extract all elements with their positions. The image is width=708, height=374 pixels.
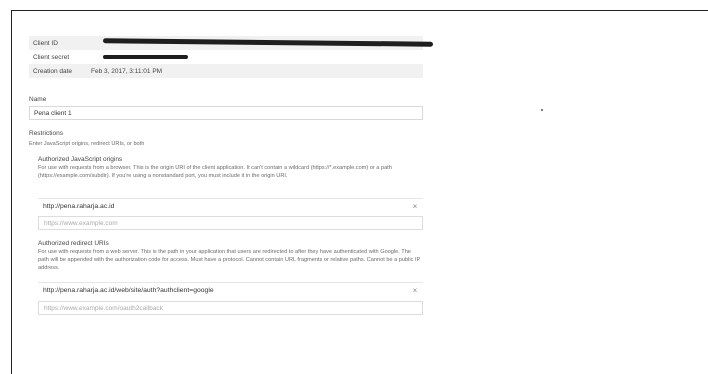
js-origin-input[interactable]: https://www.example.com (38, 216, 423, 230)
client-secret-value (91, 50, 423, 64)
redirect-uris-help: For use with requests from a web server.… (38, 249, 421, 271)
client-secret-label: Client secret (33, 53, 70, 61)
client-id-label: Client ID (33, 39, 58, 47)
redirect-uri-entry-text[interactable]: http://pena.raharja.ac.id/web/site/auth?… (38, 287, 407, 294)
client-id-value (91, 36, 434, 50)
js-origin-entry: http://pena.raharja.ac.id × (38, 198, 423, 214)
redirect-uri-input[interactable]: https://www.example.com/oauth2callback (38, 301, 423, 315)
restrictions-label: Restrictions (29, 130, 63, 137)
credentials-table: Client ID Client secret Creation date Fe… (29, 36, 434, 78)
js-origins-help: For use with requests from a browser. Th… (38, 165, 392, 179)
redirect-uri-entry: http://pena.raharja.ac.id/web/site/auth?… (38, 282, 423, 298)
remove-js-origin-icon[interactable]: × (407, 202, 423, 211)
client-secret-row: Client secret (29, 50, 423, 64)
redacted-client-id (102, 38, 434, 47)
js-origins-heading: Authorized JavaScript origins (38, 156, 123, 163)
redacted-client-secret (103, 55, 188, 59)
client-id-row: Client ID (29, 36, 434, 50)
redirect-uris-heading: Authorized redirect URIs (38, 240, 109, 247)
remove-redirect-uri-icon[interactable]: × (407, 286, 423, 295)
name-input[interactable]: Pena client 1 (29, 106, 423, 120)
creation-date-label: Creation date (33, 67, 73, 75)
js-origin-entry-text[interactable]: http://pena.raharja.ac.id (38, 203, 407, 210)
name-label: Name (29, 96, 47, 103)
creation-date-value: Feb 3, 2017, 3:11:01 PM (91, 67, 163, 75)
stray-dot (541, 109, 543, 111)
creation-date-row: Creation date Feb 3, 2017, 3:11:01 PM (29, 64, 423, 78)
restrictions-help: Enter JavaScript origins, redirect URIs,… (29, 141, 145, 147)
